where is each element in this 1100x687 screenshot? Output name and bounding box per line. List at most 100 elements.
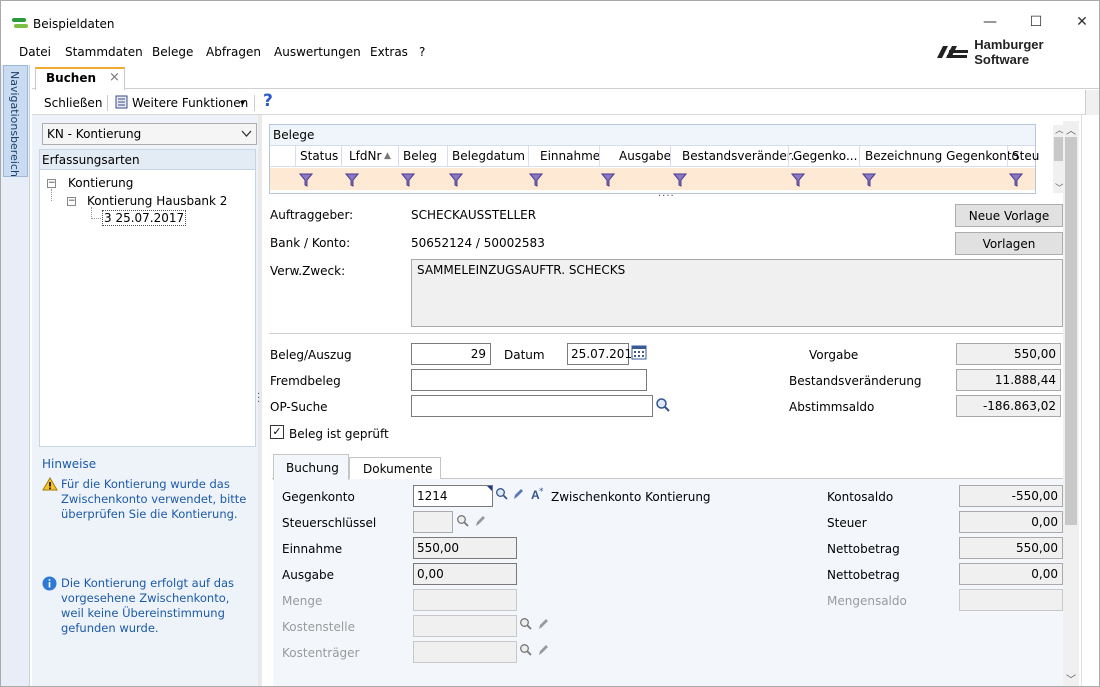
edit-pencil-icon[interactable] (537, 617, 549, 631)
document-tab-bar (32, 65, 1099, 89)
chevron-down-icon[interactable]: ▾ (240, 98, 245, 109)
column-belegdatum[interactable]: Belegdatum (452, 149, 525, 163)
verwendungszweck-scrollbar[interactable] (1052, 260, 1062, 326)
search-icon[interactable] (519, 643, 533, 657)
edit-pencil-icon[interactable] (474, 514, 486, 528)
close-window-button[interactable]: ✕ (1059, 7, 1099, 37)
column-ausgabe[interactable]: Ausgabe (619, 149, 671, 163)
menu-auswertungen[interactable]: Auswertungen (274, 45, 361, 59)
maximize-button[interactable]: ☐ (1013, 7, 1059, 37)
filter-funnel-icon[interactable] (529, 172, 543, 188)
edit-pencil-icon[interactable] (537, 643, 549, 657)
tree-item-beleg[interactable]: 3 25.07.2017 (102, 210, 187, 226)
filter-funnel-icon[interactable] (345, 172, 359, 188)
menu-datei[interactable]: Datei (19, 45, 51, 59)
window-title: Beispieldaten (33, 17, 115, 31)
tab-close-icon[interactable]: × (109, 70, 120, 85)
column-beleg[interactable]: Beleg (403, 149, 437, 163)
abstimmsaldo-value: -186.863,02 (956, 395, 1061, 417)
column-einnahme[interactable]: Einnahme (540, 149, 600, 163)
minimize-button[interactable]: — (967, 7, 1013, 37)
fremdbeleg-input[interactable] (411, 369, 647, 391)
beleg-geprueft-label: Beleg ist geprüft (289, 427, 389, 441)
kontosaldo-value: -550,00 (959, 485, 1063, 507)
filter-funnel-icon[interactable] (401, 172, 415, 188)
mengensaldo-label: Mengensaldo (827, 594, 907, 608)
tree-collapse-icon[interactable]: − (67, 197, 76, 206)
tree-item-kontierung[interactable]: Kontierung (68, 176, 133, 190)
text-search-icon[interactable]: A * (530, 486, 548, 502)
vorlagen-button[interactable]: Vorlagen (955, 232, 1063, 255)
help-icon[interactable]: ? (263, 91, 273, 111)
beleg-geprueft-checkbox[interactable]: ✓ (270, 425, 284, 439)
menu-abfragen[interactable]: Abfragen (206, 45, 261, 59)
splitter-grip-icon[interactable]: · · · (257, 390, 260, 408)
warning-icon (42, 477, 58, 491)
column-gegenkonto[interactable]: Gegenko... (793, 149, 857, 163)
ausgabe-label: Ausgabe (282, 568, 335, 582)
auftraggeber-label: Auftraggeber: (270, 208, 354, 222)
close-button[interactable]: Schließen (44, 96, 102, 110)
app-window: Beispieldaten — ☐ ✕ Datei Stammdaten Bel… (0, 0, 1100, 687)
auftraggeber-value: SCHECKAUSSTELLER (411, 208, 537, 222)
filter-funnel-icon[interactable] (299, 172, 313, 188)
neue-vorlage-button[interactable]: Neue Vorlage (955, 204, 1063, 227)
filter-funnel-icon[interactable] (791, 172, 805, 188)
filter-funnel-icon[interactable] (1009, 172, 1023, 188)
op-suche-input[interactable] (411, 395, 653, 417)
calendar-icon[interactable] (631, 344, 647, 360)
mengensaldo-value (959, 589, 1063, 611)
einnahme-input[interactable]: 550,00 (413, 537, 517, 559)
column-steuer[interactable]: Steu (1012, 149, 1039, 163)
main-scrollbar-thumb[interactable] (1065, 137, 1077, 525)
toolbar-separator (107, 95, 108, 111)
search-icon[interactable] (495, 487, 509, 501)
gegenkonto-input[interactable]: 1214 (413, 485, 493, 507)
brand-mark-icon (937, 46, 969, 58)
column-status[interactable]: Status (300, 149, 338, 163)
filter-funnel-icon[interactable] (449, 172, 463, 188)
datum-input[interactable]: 25.07.2017 (567, 343, 640, 365)
toolbar-separator (254, 95, 255, 111)
gegenkonto-marker-icon (487, 486, 492, 491)
scroll-down-icon[interactable]: ﹀ (1066, 671, 1076, 686)
column-separator (599, 145, 600, 167)
menu-extras[interactable]: Extras (370, 45, 408, 59)
column-lfdnr[interactable]: LfdNr (349, 149, 381, 163)
filter-funnel-icon[interactable] (862, 172, 876, 188)
search-icon[interactable] (655, 397, 671, 413)
filter-funnel-icon[interactable] (673, 172, 687, 188)
vorgabe-label: Vorgabe (809, 348, 859, 362)
bank-konto-value: 50652124 / 50002583 (411, 236, 545, 250)
search-icon[interactable] (519, 617, 533, 631)
chevron-down-icon[interactable] (241, 130, 252, 137)
filter-funnel-icon[interactable] (601, 172, 615, 188)
tree-collapse-icon[interactable]: − (47, 179, 56, 188)
column-separator (528, 145, 529, 167)
grid-resize-grip-icon[interactable]: ···· (658, 191, 675, 202)
menge-input (413, 589, 517, 611)
column-bezeichnung-gegenkonto[interactable]: Bezeichnung Gegenkonto (865, 149, 1019, 163)
tree-item-kontierung-hausbank[interactable]: Kontierung Hausbank 2 (87, 194, 227, 208)
menu-stammdaten[interactable]: Stammdaten (65, 45, 143, 59)
edit-pencil-icon[interactable] (512, 487, 524, 501)
scroll-up-icon[interactable]: ︿ (1066, 122, 1076, 137)
search-icon[interactable] (456, 514, 470, 528)
menu-belege[interactable]: Belege (152, 45, 193, 59)
beleg-auszug-label: Beleg/Auszug (270, 348, 352, 362)
menu-help[interactable]: ? (419, 45, 425, 59)
tab-buchen-label: Buchen (46, 71, 97, 85)
more-functions-button[interactable]: Weitere Funktionen (132, 96, 248, 110)
steuerschluessel-input[interactable] (413, 511, 453, 533)
belege-grid-header (270, 125, 1035, 145)
ausgabe-input[interactable]: 0,00 (413, 563, 517, 585)
nettobetrag-value: 550,00 (959, 537, 1063, 559)
brand-text: Hamburger Software (974, 37, 1044, 67)
toolbar-scroll-area (1085, 90, 1099, 115)
column-separator (670, 145, 671, 167)
beleg-auszug-input[interactable]: 29 (411, 343, 491, 365)
kontierung-select-value: KN - Kontierung (47, 127, 142, 141)
column-separator (341, 145, 342, 167)
column-bestandsveraenderung[interactable]: Bestandsveränder... (682, 149, 802, 163)
hint-info-text: Die Kontierung erfolgt auf das vorgesehe… (61, 576, 235, 635)
